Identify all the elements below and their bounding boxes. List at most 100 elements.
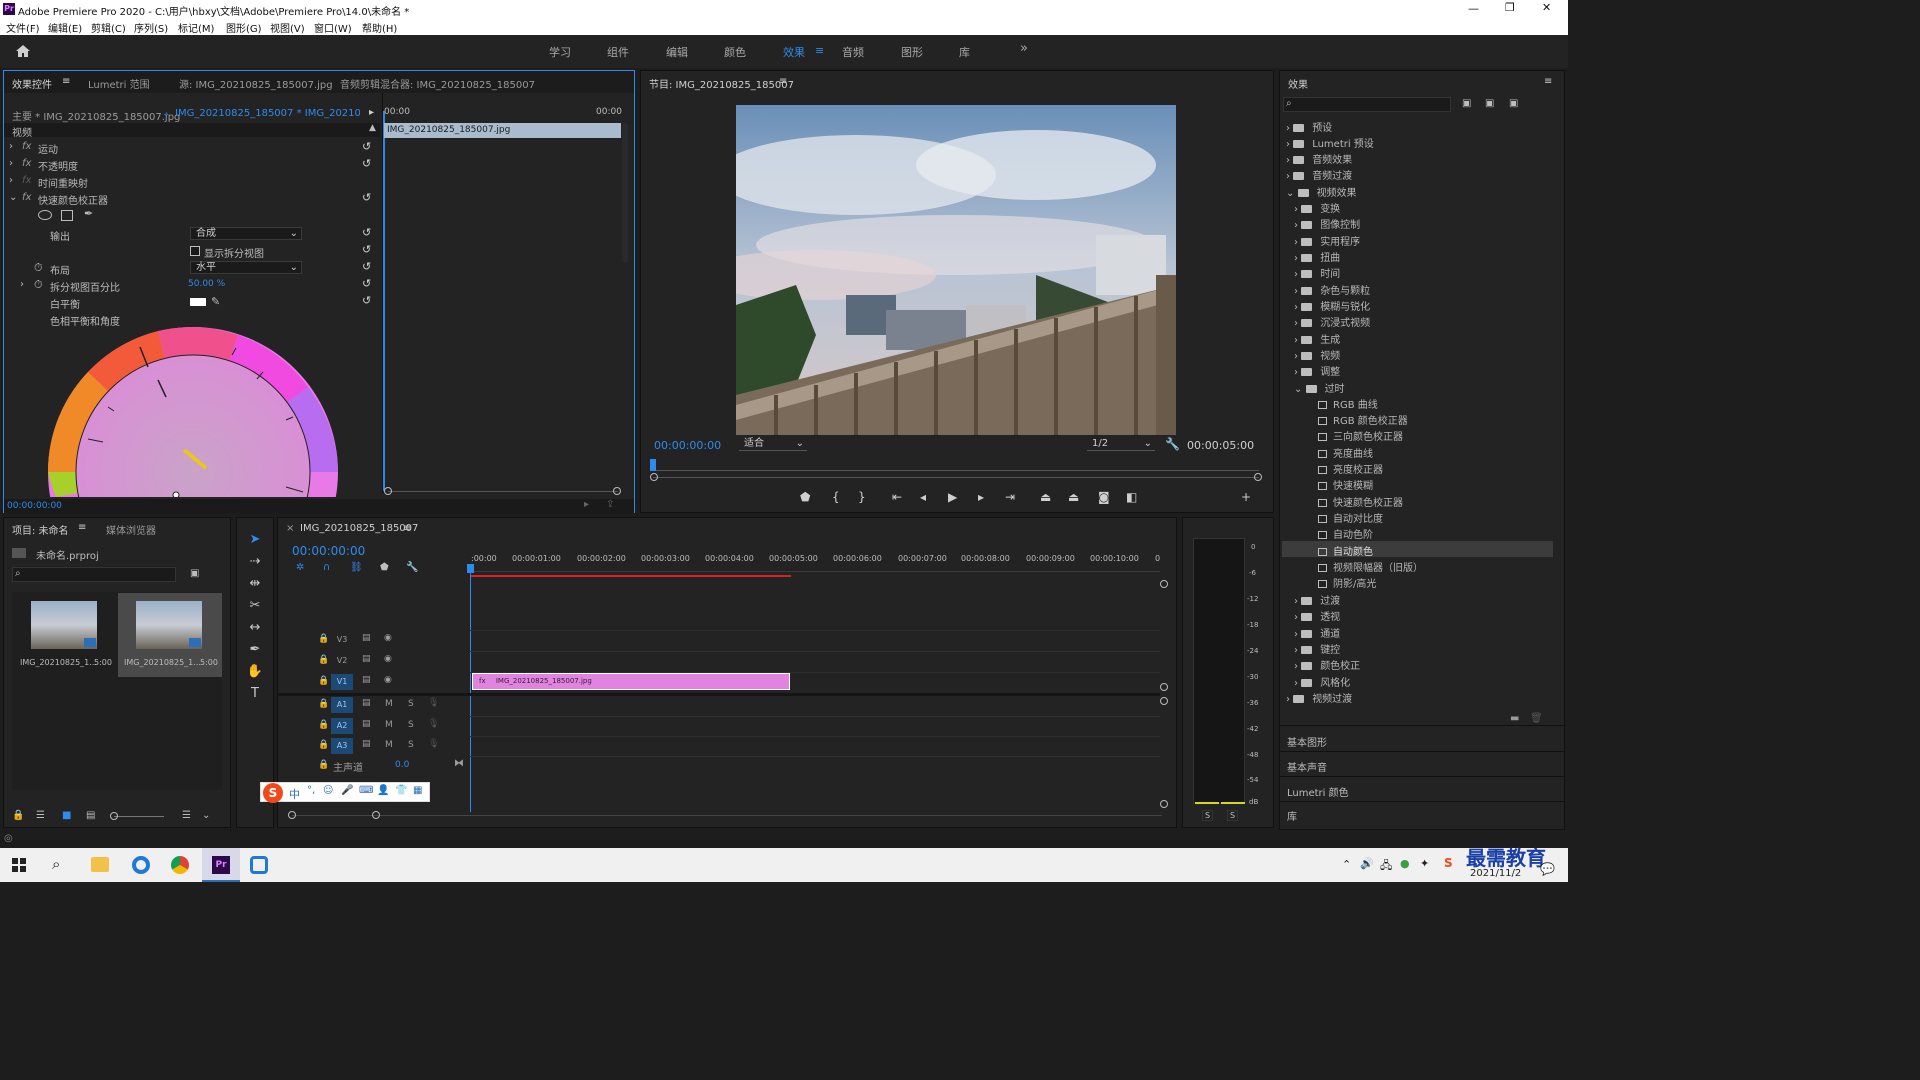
freeform-view-icon[interactable]: ▤ [86,810,95,821]
list-view-icon[interactable]: ☰ [36,810,45,821]
maximize-button[interactable]: ❐ [1505,1,1515,14]
tree-item-keying[interactable]: › 键控 [1294,641,1340,656]
solo-button[interactable]: S [408,720,414,730]
reset-icon[interactable]: ↺ [362,191,371,204]
solo-right-button[interactable]: S [1227,810,1239,821]
track-a1[interactable]: 🔒 A1 ▤ M S 🎙 [278,696,470,715]
effect-luma-corrector[interactable]: 亮度校正器 [1318,461,1383,476]
punctuation-icon[interactable]: °, [307,785,315,796]
workspace-menu-icon[interactable]: ≡ [815,44,824,57]
effect-luma-curve[interactable]: 亮度曲线 [1318,445,1373,460]
selection-tool-icon[interactable]: ➤ [246,532,264,550]
effect-row-motion[interactable]: › fx 运动 ↺ [4,140,380,158]
panel-menu-icon[interactable]: ≡ [779,76,787,87]
track-master[interactable]: 🔒 主声道 0.0 ⧓ [278,757,470,776]
step-forward-icon[interactable]: ▸ [978,490,984,504]
stopwatch-icon[interactable]: ⏱ [34,278,43,292]
lock-icon[interactable]: 🔒 [318,720,329,730]
vertical-scroll-handle[interactable] [1160,800,1168,808]
reset-icon[interactable]: ↺ [362,277,371,290]
step-back-icon[interactable]: ◂ [920,490,926,504]
tree-item-immersive-video[interactable]: › 沉浸式视频 [1294,314,1370,329]
timeline-sequence-tab[interactable]: IMG_20210825_185007 [300,523,418,534]
track-v1[interactable]: 🔒 V1 ▤ ◉ [278,673,470,692]
extract-icon[interactable]: ⏏ [1068,490,1079,504]
microphone-icon[interactable]: 🎙 [428,719,439,729]
workspace-color[interactable]: 颜色 [724,44,746,60]
hue-wheel[interactable] [48,327,338,497]
solo-left-button[interactable]: S [1202,810,1214,821]
comparison-view-icon[interactable]: ◧ [1126,490,1137,504]
mute-button[interactable]: M [385,720,393,730]
collapse-chevron-icon[interactable]: ⌄ [9,192,17,203]
fit-dropdown[interactable]: 适合 ⌄ [739,438,807,451]
type-tool-icon[interactable]: T [246,686,264,704]
tab-media-browser[interactable]: 媒体浏览器 [106,522,156,537]
collapse-up-icon[interactable]: ▲ [369,123,376,133]
zoom-slider[interactable] [114,816,164,817]
pen-tool-icon[interactable]: ✒ [246,642,264,660]
new-bin-icon[interactable]: ▬ [1510,713,1519,724]
clip-dropdown-icon[interactable]: ⌄ [162,108,170,119]
stopwatch-icon[interactable]: ⏱ [34,261,43,275]
add-marker-icon[interactable]: ⬟ [800,490,810,504]
track-select-tool-icon[interactable]: ⇢ [246,554,264,572]
solo-button[interactable]: S [408,699,414,709]
lock-icon[interactable]: 🔒 [318,634,329,644]
go-to-in-icon[interactable]: ⇤ [892,490,902,504]
menu-file[interactable]: 文件(F) [6,20,40,35]
tree-item-obsolete[interactable]: ⌄ 过时 [1294,380,1345,395]
tree-item-adjust[interactable]: › 调整 [1294,363,1340,378]
toolbox-icon[interactable]: ▦ [413,785,422,796]
sync-lock-icon[interactable]: ▤ [362,633,371,643]
ellipse-mask-icon[interactable] [38,210,52,220]
workspace-learn[interactable]: 学习 [549,44,571,60]
tree-item-time[interactable]: › 时间 [1294,265,1340,280]
program-ruler[interactable] [653,461,1259,471]
menu-graphics[interactable]: 图形(G) [226,20,262,35]
workspace-more-icon[interactable]: » [1020,41,1028,56]
export-icon[interactable]: ⇪ [606,499,614,510]
tree-item-color-correction[interactable]: › 颜色校正 [1294,657,1360,672]
user-icon[interactable]: 👤 [377,785,389,796]
mute-button[interactable]: M [385,699,393,709]
lock-icon[interactable]: 🔒 [318,699,329,709]
mini-playhead[interactable] [383,111,385,491]
workspace-graphics[interactable]: 图形 [901,44,923,60]
play-icon[interactable]: ▶ [948,490,957,504]
tree-item-transform[interactable]: › 变换 [1294,200,1340,215]
accelerated-effects-icon[interactable]: ▣ [1462,98,1471,109]
timeline-settings-icon[interactable]: 🔧 [406,562,418,573]
effect-three-way-color-corrector[interactable]: 三向颜色校正器 [1318,428,1403,443]
vertical-scroll-handle[interactable] [1160,697,1168,705]
volume-icon[interactable]: 🔊 [1360,857,1374,870]
workspace-assembly[interactable]: 组件 [607,44,629,60]
menu-sequence[interactable]: 序列(S) [134,20,168,35]
project-item[interactable]: IMG_20210825_1... 5:00 [18,596,114,674]
tab-audio-clip-mixer[interactable]: 音频剪辑混合器: IMG_20210825_185007 [340,76,535,91]
tree-item-noise-grain[interactable]: › 杂色与颗粒 [1294,282,1370,297]
effect-auto-color[interactable]: 自动颜色 [1318,543,1373,558]
menu-clip[interactable]: 剪辑(C) [91,20,126,35]
network-icon[interactable]: 🖧 [1380,857,1392,876]
reset-icon[interactable]: ↺ [362,260,371,273]
razor-tool-icon[interactable]: ✂ [246,598,264,616]
notification-icon[interactable]: 💬 [1540,862,1555,876]
zoom-slider-handle[interactable] [110,812,118,820]
tree-item-audio-effects[interactable]: › 音频效果 [1286,151,1352,166]
workspace-audio[interactable]: 音频 [842,44,864,60]
tree-item-video[interactable]: › 视频 [1294,347,1340,362]
menu-view[interactable]: 视图(V) [270,20,305,35]
panel-menu-icon[interactable]: ≡ [403,523,411,534]
fx-icon[interactable]: fx [22,158,31,169]
panel-menu-icon[interactable]: ≡ [78,522,86,533]
microphone-icon[interactable]: 🎙 [428,739,439,749]
sequence-clip-label[interactable]: IMG_20210825_185007 * IMG_20210825_... [175,108,360,119]
windows-start-icon[interactable] [12,858,26,872]
fx-icon[interactable]: fx [22,141,31,152]
panel-menu-icon[interactable]: ≡ [1544,76,1552,87]
vertical-scroll-handle[interactable] [1160,683,1168,691]
program-playhead[interactable] [650,459,656,471]
output-dropdown[interactable]: 合成 ⌄ [190,227,302,240]
lock-icon[interactable]: 🔒 [318,740,329,750]
